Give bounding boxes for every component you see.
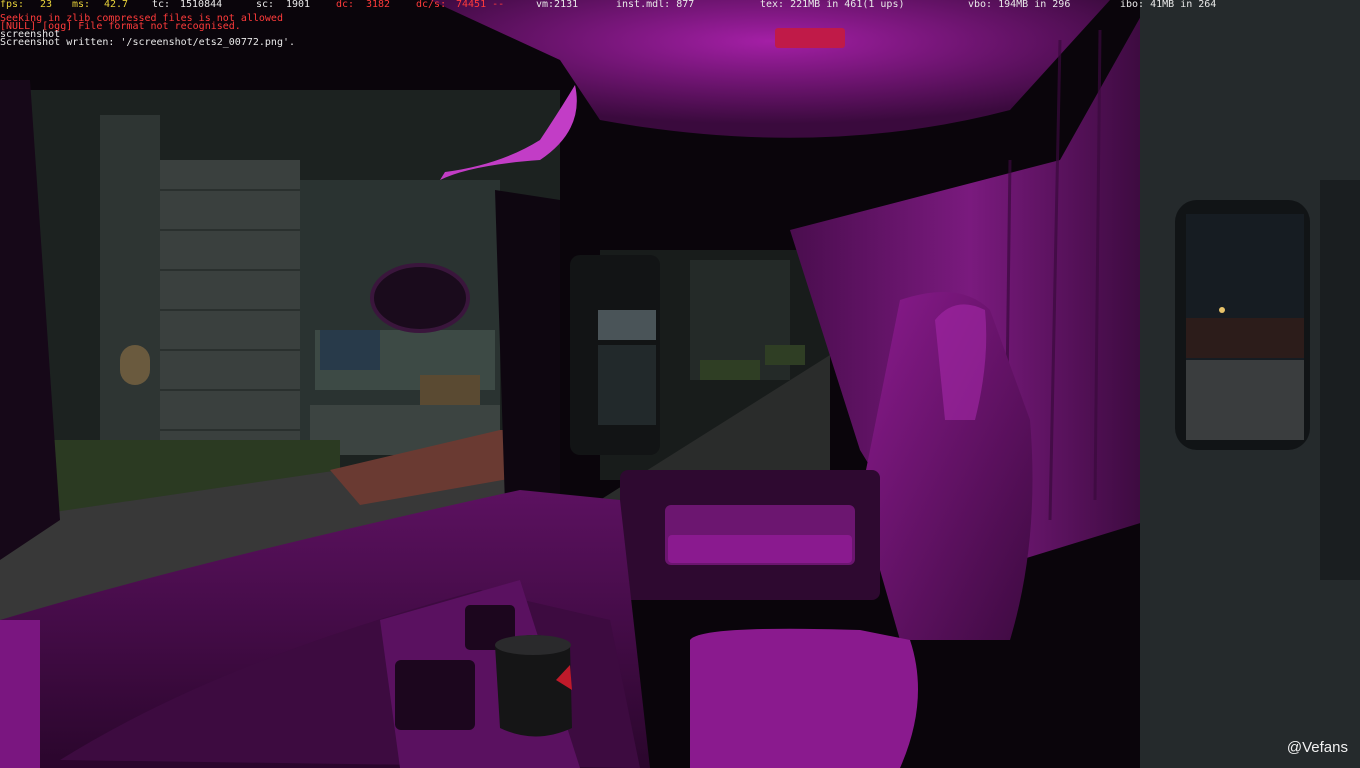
truck-cabin-scene: [0, 0, 1360, 768]
dc-value: 3182: [366, 0, 391, 10]
tc-label: tc:: [152, 0, 171, 10]
tex-stat: tex: 221MB in 461(1 ups): [760, 0, 905, 10]
inst-mdl-stat: inst.mdl: 877: [616, 0, 695, 10]
ms-label: ms:: [72, 0, 91, 10]
console-log: Seeking in zlib compressed files is not …: [0, 14, 296, 48]
driver-seat-cushion: [690, 628, 918, 768]
dcs-value: 74451 --: [456, 0, 505, 10]
fps-label: fps:: [0, 0, 25, 10]
sc-label: sc:: [256, 0, 275, 10]
watermark: @Vefans: [1286, 739, 1348, 756]
vbo-stat: vbo: 194MB in 296: [968, 0, 1071, 10]
dcs-label: dc/s:: [416, 0, 447, 10]
tc-value: 1510844: [180, 0, 223, 10]
sc-value: 1901: [286, 0, 311, 10]
debug-hud: fps: 23 ms: 42.7 tc: 1510844 sc: 1901 dc…: [0, 0, 1360, 10]
console-line: Screenshot written: '/screenshot/ets2_00…: [0, 37, 296, 48]
ibo-stat: ibo: 41MB in 264: [1120, 0, 1217, 10]
vm-stat: vm:2131: [536, 0, 579, 10]
ms-value: 42.7: [104, 0, 129, 10]
dc-label: dc:: [336, 0, 355, 10]
interior-mirror: [370, 263, 470, 333]
air-vent: [395, 660, 475, 730]
ceiling-light: [775, 28, 845, 48]
fps-value: 23: [40, 0, 53, 10]
